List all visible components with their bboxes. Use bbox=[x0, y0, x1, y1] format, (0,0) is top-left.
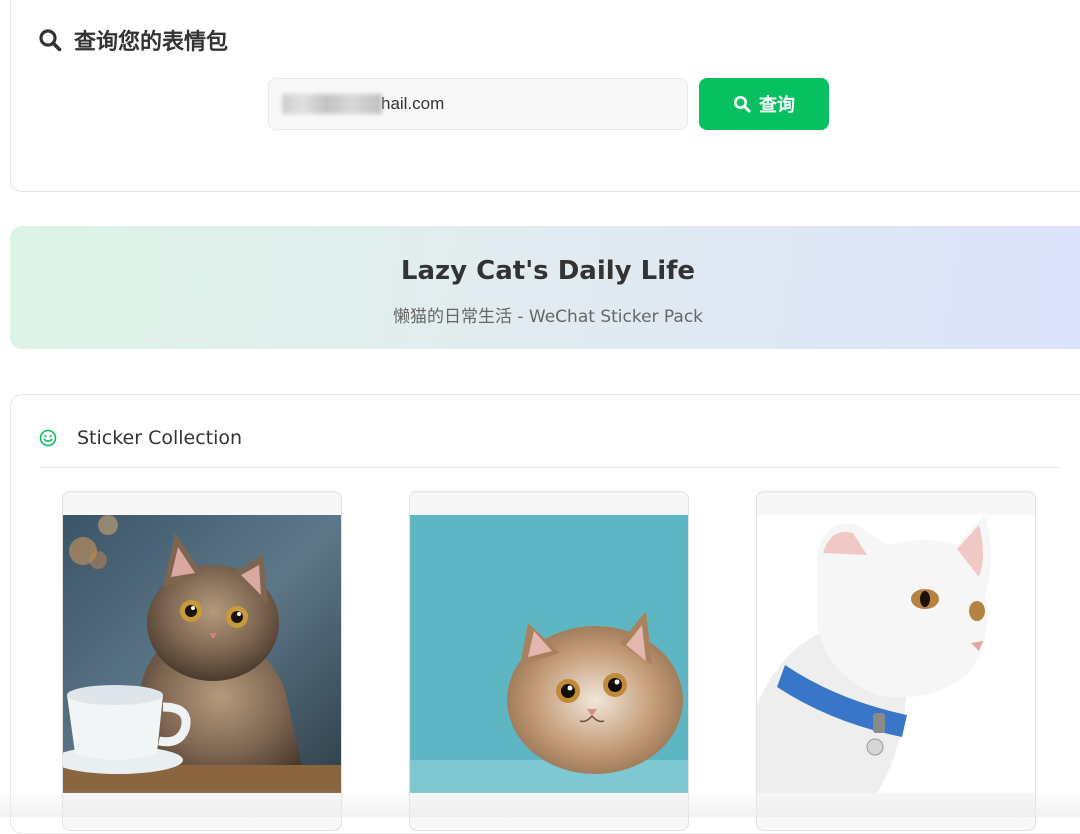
pack-title: Lazy Cat's Daily Life bbox=[400, 256, 696, 286]
query-button-label: 查询 bbox=[759, 95, 795, 116]
white-cat-blue-collar-image bbox=[757, 515, 1035, 793]
sticker-collection: Sticker Collection bbox=[10, 394, 1080, 834]
sticker-card[interactable] bbox=[409, 491, 689, 831]
sticker-card[interactable] bbox=[62, 491, 342, 831]
email-redaction-blur bbox=[282, 94, 382, 114]
collection-title: Sticker Collection bbox=[77, 427, 243, 449]
search-icon bbox=[39, 29, 62, 52]
fluffy-cat-teal-background-image bbox=[410, 515, 688, 793]
smiley-icon bbox=[39, 429, 57, 447]
tabby-cat-with-coffee-cup-image bbox=[63, 515, 341, 793]
divider bbox=[39, 467, 1059, 468]
collection-header: Sticker Collection bbox=[39, 427, 242, 449]
query-button[interactable]: 查询 bbox=[699, 78, 829, 130]
query-title: 查询您的表情包 bbox=[74, 30, 229, 55]
pack-banner: Lazy Cat's Daily Life 懒猫的日常生活 - WeChat S… bbox=[10, 226, 1080, 349]
pack-subtitle: 懒猫的日常生活 - WeChat Sticker Pack bbox=[392, 307, 704, 327]
sticker-card[interactable] bbox=[756, 491, 1036, 831]
query-heading: 查询您的表情包 bbox=[38, 24, 228, 56]
search-icon bbox=[733, 95, 751, 113]
